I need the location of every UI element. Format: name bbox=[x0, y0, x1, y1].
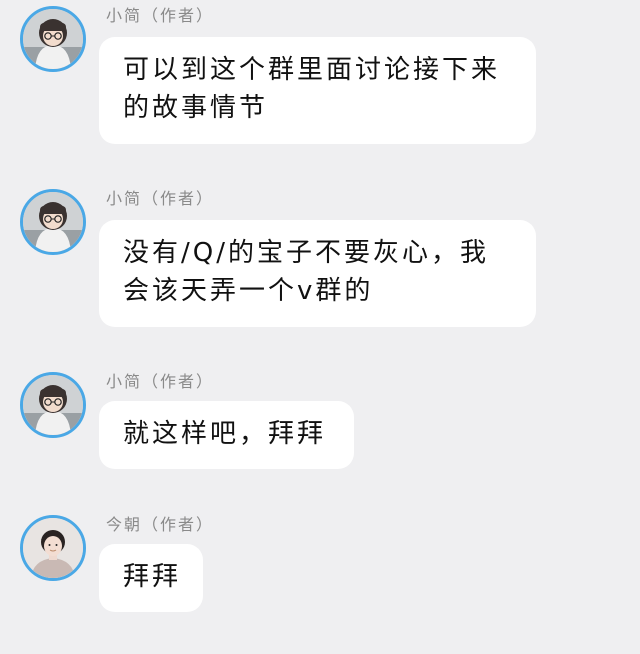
sender-name: 小简（作者） bbox=[106, 372, 215, 391]
message-bubble[interactable]: 就这样吧，拜拜 bbox=[99, 401, 354, 469]
girl-with-glasses-avatar-icon[interactable] bbox=[20, 189, 86, 255]
sender-name: 小简（作者） bbox=[106, 6, 215, 25]
girl-with-glasses-avatar-icon[interactable] bbox=[20, 372, 86, 438]
message-bubble[interactable]: 可以到这个群里面讨论接下来的故事情节 bbox=[99, 37, 536, 144]
sender-name: 小简（作者） bbox=[106, 189, 215, 208]
sender-name: 今朝（作者） bbox=[106, 515, 215, 534]
message-bubble[interactable]: 拜拜 bbox=[99, 544, 203, 612]
message-bubble[interactable]: 没有/Q/的宝子不要灰心，我会该天弄一个v群的 bbox=[99, 220, 536, 327]
girl-with-glasses-avatar-icon[interactable] bbox=[20, 6, 86, 72]
boy-portrait-avatar-icon[interactable] bbox=[20, 515, 86, 581]
